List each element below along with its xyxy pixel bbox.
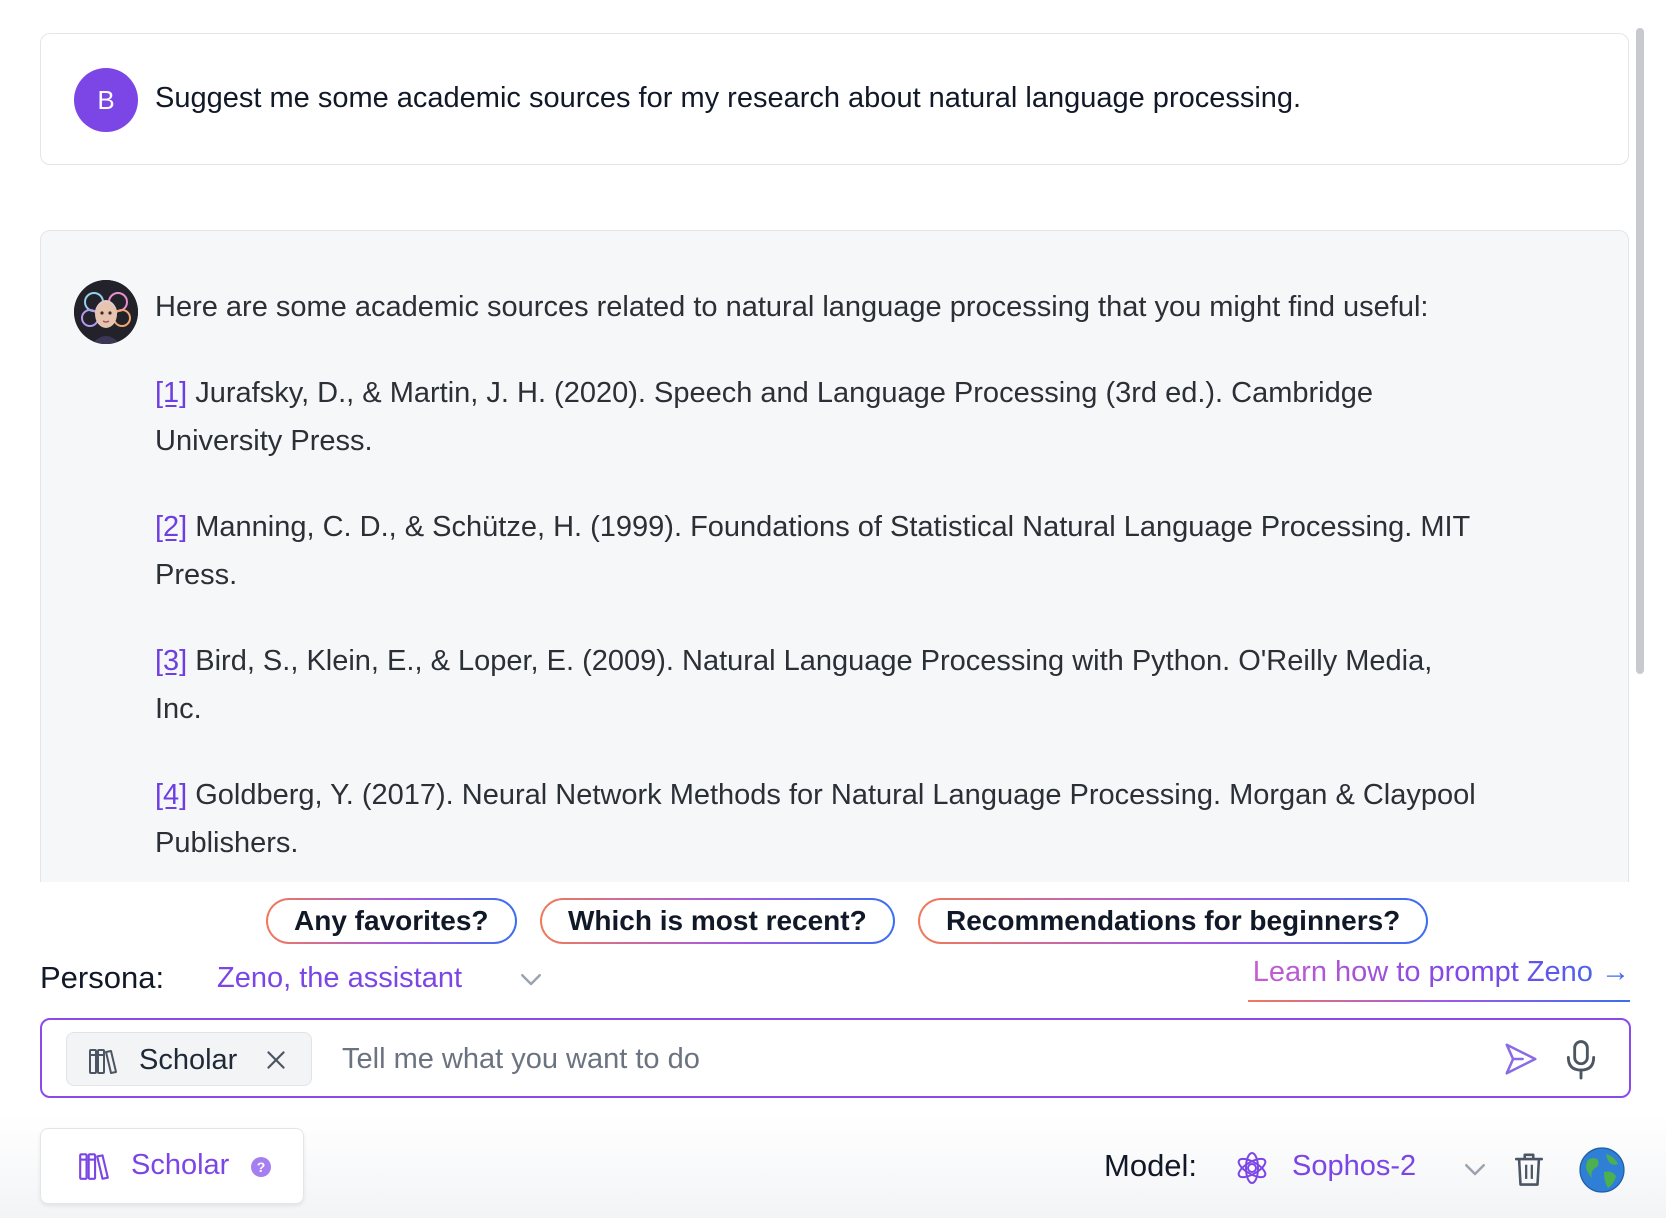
- assistant-portrait-icon: [74, 280, 138, 344]
- suggestion-chips: Any favorites? Which is most recent? Rec…: [0, 898, 1666, 948]
- chevron-down-icon[interactable]: [516, 964, 546, 994]
- chat-scrollbar[interactable]: [1636, 28, 1644, 882]
- reference-link[interactable]: [1]: [155, 377, 187, 409]
- user-message: B Suggest me some academic sources for m…: [40, 33, 1629, 165]
- books-icon: [79, 1153, 109, 1180]
- reference-text: Jurafsky, D., & Martin, J. H. (2020). Sp…: [155, 377, 1374, 457]
- chat-scrollbar-thumb[interactable]: [1636, 28, 1644, 674]
- model-label: Model:: [1104, 1148, 1198, 1183]
- chevron-down-icon[interactable]: [1460, 1154, 1490, 1184]
- send-icon[interactable]: [1502, 1040, 1540, 1078]
- reference-link[interactable]: [2]: [155, 511, 187, 543]
- learn-prompt-link[interactable]: Learn how to prompt Zeno →: [1253, 956, 1630, 995]
- learn-link-underline: [1248, 1000, 1630, 1002]
- suggestion-chip-favorites[interactable]: Any favorites?: [266, 898, 517, 944]
- reference-link[interactable]: [3]: [155, 645, 187, 677]
- close-icon[interactable]: [263, 1047, 289, 1073]
- books-icon: [89, 1049, 117, 1074]
- chat-history[interactable]: B Suggest me some academic sources for m…: [0, 0, 1666, 882]
- scholar-mode-chip: Scholar: [66, 1032, 312, 1086]
- scholar-mode-label: Scholar: [131, 1149, 230, 1181]
- prompt-input[interactable]: [342, 1034, 1402, 1084]
- persona-select[interactable]: Zeno, the assistant: [217, 962, 462, 995]
- brain-icon: [1237, 1152, 1267, 1184]
- reference-text: Manning, C. D., & Schütze, H. (1999). Fo…: [155, 511, 1470, 591]
- scholar-chip-label: Scholar: [139, 1044, 238, 1076]
- user-message-text: Suggest me some academic sources for my …: [155, 82, 1302, 114]
- reference-item: [3] Bird, S., Klein, E., & Loper, E. (200…: [155, 637, 1485, 733]
- model-select[interactable]: Sophos-2: [1292, 1150, 1416, 1183]
- reference-link[interactable]: [4]: [155, 779, 187, 811]
- trash-icon[interactable]: [1512, 1150, 1546, 1188]
- reference-text: Bird, S., Klein, E., & Loper, E. (2009).…: [155, 645, 1433, 725]
- suggestion-chip-most-recent[interactable]: Which is most recent?: [540, 898, 895, 944]
- reference-item: [4] Goldberg, Y. (2017). Neural Network M…: [155, 771, 1485, 867]
- microphone-icon[interactable]: [1562, 1038, 1600, 1080]
- reference-item: [2] Manning, C. D., & Schütze, H. (1999).…: [155, 503, 1485, 599]
- chat-page: B Suggest me some academic sources for m…: [0, 0, 1666, 1218]
- user-avatar: B: [74, 68, 138, 132]
- suggestion-chip-beginners[interactable]: Recommendations for beginners?: [918, 898, 1428, 944]
- globe-icon[interactable]: [1578, 1146, 1626, 1194]
- assistant-message-body: Here are some academic sources related t…: [155, 283, 1485, 882]
- prompt-input-box: Scholar: [40, 1018, 1631, 1098]
- persona-row: Persona: Zeno, the assistant Learn how t…: [40, 956, 1630, 1002]
- assistant-avatar: [74, 280, 138, 344]
- persona-label: Persona:: [40, 960, 165, 995]
- help-icon[interactable]: ?: [251, 1157, 271, 1177]
- assistant-message: Here are some academic sources related t…: [40, 230, 1629, 882]
- assistant-intro: Here are some academic sources related t…: [155, 291, 1429, 323]
- reference-text: Goldberg, Y. (2017). Neural Network Meth…: [155, 779, 1476, 859]
- scholar-mode-button[interactable]: Scholar ?: [40, 1128, 304, 1204]
- reference-item: [1] Jurafsky, D., & Martin, J. H. (2020).…: [155, 369, 1485, 465]
